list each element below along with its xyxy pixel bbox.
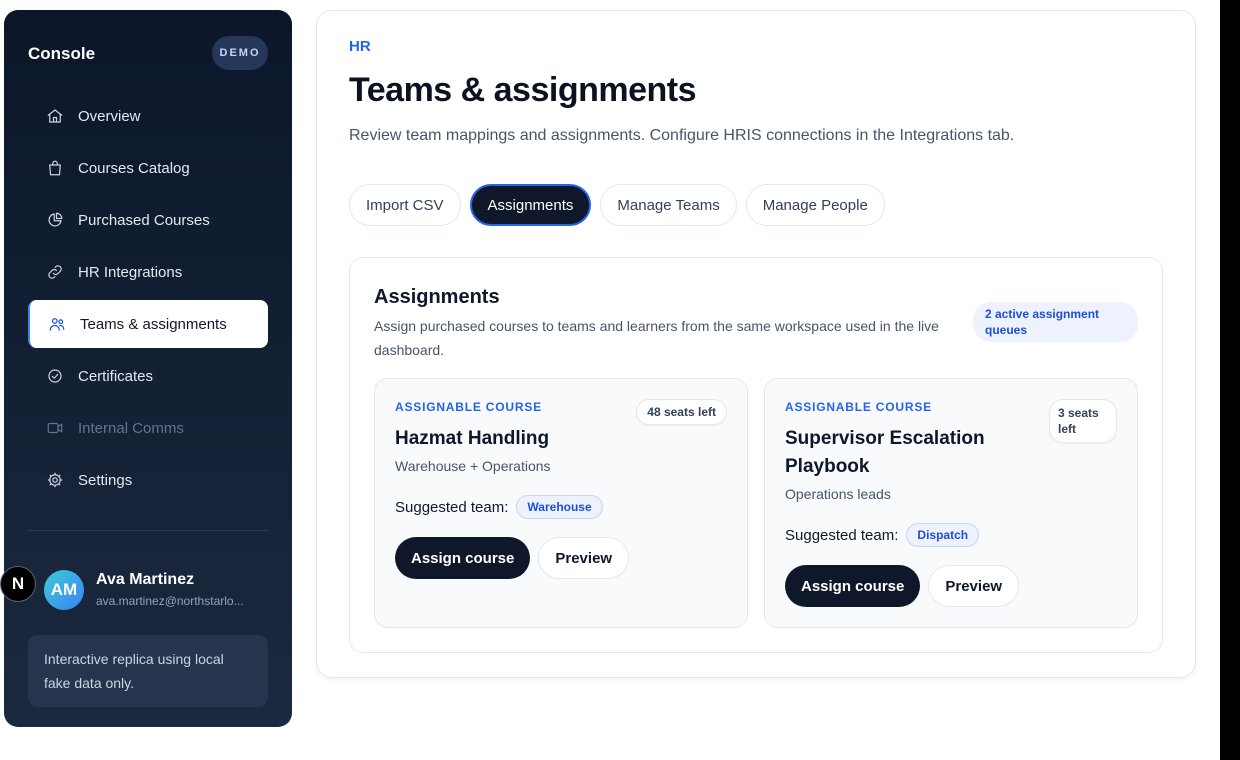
demo-note: Interactive replica using local fake dat… [28,635,268,707]
sidebar-divider [28,530,268,531]
course-actions: Assign course Preview [395,537,630,579]
sidebar-item-label: Certificates [78,367,154,385]
sidebar-item-label: Settings [78,471,133,489]
link-icon [46,263,64,281]
course-card: ASSIGNABLE COURSE 3 seats left Superviso… [764,378,1138,628]
course-meta: Warehouse + Operations [395,458,551,474]
user-profile[interactable]: AM Ava Martinez ava.martinez@northstarlo… [44,568,268,612]
window-edge [1220,0,1240,760]
preview-button[interactable]: Preview [928,565,1020,607]
sidebar-item-label: Purchased Courses [78,211,210,229]
home-icon [46,107,64,125]
course-card: ASSIGNABLE COURSE 48 seats left Hazmat H… [374,378,748,628]
sidebar-item-purchased-courses[interactable]: Purchased Courses [28,196,268,244]
avatar: AM [44,570,84,610]
tab-assignments[interactable]: Assignments [469,184,592,226]
assignments-subtitle: Assign purchased courses to teams and le… [374,318,939,358]
user-name: Ava Martinez [96,571,195,588]
suggested-team: Suggested team: Warehouse [395,495,603,519]
sidebar-item-label: Courses Catalog [78,159,190,177]
dev-tools-badge[interactable]: N [0,566,36,602]
sidebar-item-courses-catalog[interactable]: Courses Catalog [28,144,268,192]
queue-count-badge: 2 active assignment queues [973,302,1138,342]
sidebar-item-certificates[interactable]: Certificates [28,352,268,400]
course-title: Hazmat Handling [395,428,550,449]
assign-course-button[interactable]: Assign course [395,537,531,579]
video-icon [46,419,64,437]
sidebar-nav: Overview Courses Catalog Purchased Cours… [28,92,268,508]
sidebar-item-hr-integrations[interactable]: HR Integrations [28,248,268,296]
suggested-team-label: Suggested team: [785,526,899,544]
sidebar-item-internal-comms: Internal Comms [28,404,268,452]
pie-chart-icon [46,211,64,229]
user-email: ava.martinez@northstarlo... [96,594,244,608]
gear-icon [46,471,64,489]
sidebar-item-teams-assignments[interactable]: Teams & assignments [28,300,268,348]
tab-manage-teams[interactable]: Manage Teams [600,184,737,226]
bag-icon [46,159,64,177]
assignments-title: Assignments [374,286,500,308]
sidebar-item-label: HR Integrations [78,263,183,281]
course-title: Supervisor Escalation Playbook [785,428,985,477]
check-circle-icon [46,367,64,385]
users-icon [48,315,66,333]
page-description: Review team mappings and assignments. Co… [349,127,1015,144]
sidebar-item-label: Overview [78,107,141,125]
course-meta: Operations leads [785,486,891,502]
preview-button[interactable]: Preview [538,537,630,579]
tab-import-csv[interactable]: Import CSV [349,184,461,226]
team-pill: Dispatch [906,523,980,547]
team-pill: Warehouse [516,495,603,519]
sidebar-item-label: Internal Comms [78,419,184,437]
sidebar-item-overview[interactable]: Overview [28,92,268,140]
demo-badge: DEMO [212,36,268,70]
assign-course-button[interactable]: Assign course [785,565,921,607]
sidebar-item-settings[interactable]: Settings [28,456,268,504]
sidebar-item-label: Teams & assignments [80,315,227,333]
course-eyebrow: ASSIGNABLE COURSE [395,400,542,414]
sidebar: Console DEMO Overview Courses Catalog Pu… [4,10,292,727]
seats-badge: 48 seats left [636,399,727,425]
breadcrumb[interactable]: HR [349,38,371,55]
page-title: Teams & assignments [349,71,697,109]
course-eyebrow: ASSIGNABLE COURSE [785,400,932,414]
seats-badge: 3 seats left [1049,399,1117,443]
assignments-card: Assignments Assign purchased courses to … [349,257,1163,653]
sidebar-header: Console DEMO [28,36,268,70]
tab-bar: Import CSV Assignments Manage Teams Mana… [349,184,894,226]
brand-name: Console [28,44,96,63]
course-actions: Assign course Preview [785,565,1020,607]
tab-manage-people[interactable]: Manage People [745,184,885,226]
main-panel: HR Teams & assignments Review team mappi… [316,10,1196,678]
suggested-team: Suggested team: Dispatch [785,523,980,547]
suggested-team-label: Suggested team: [395,498,509,516]
